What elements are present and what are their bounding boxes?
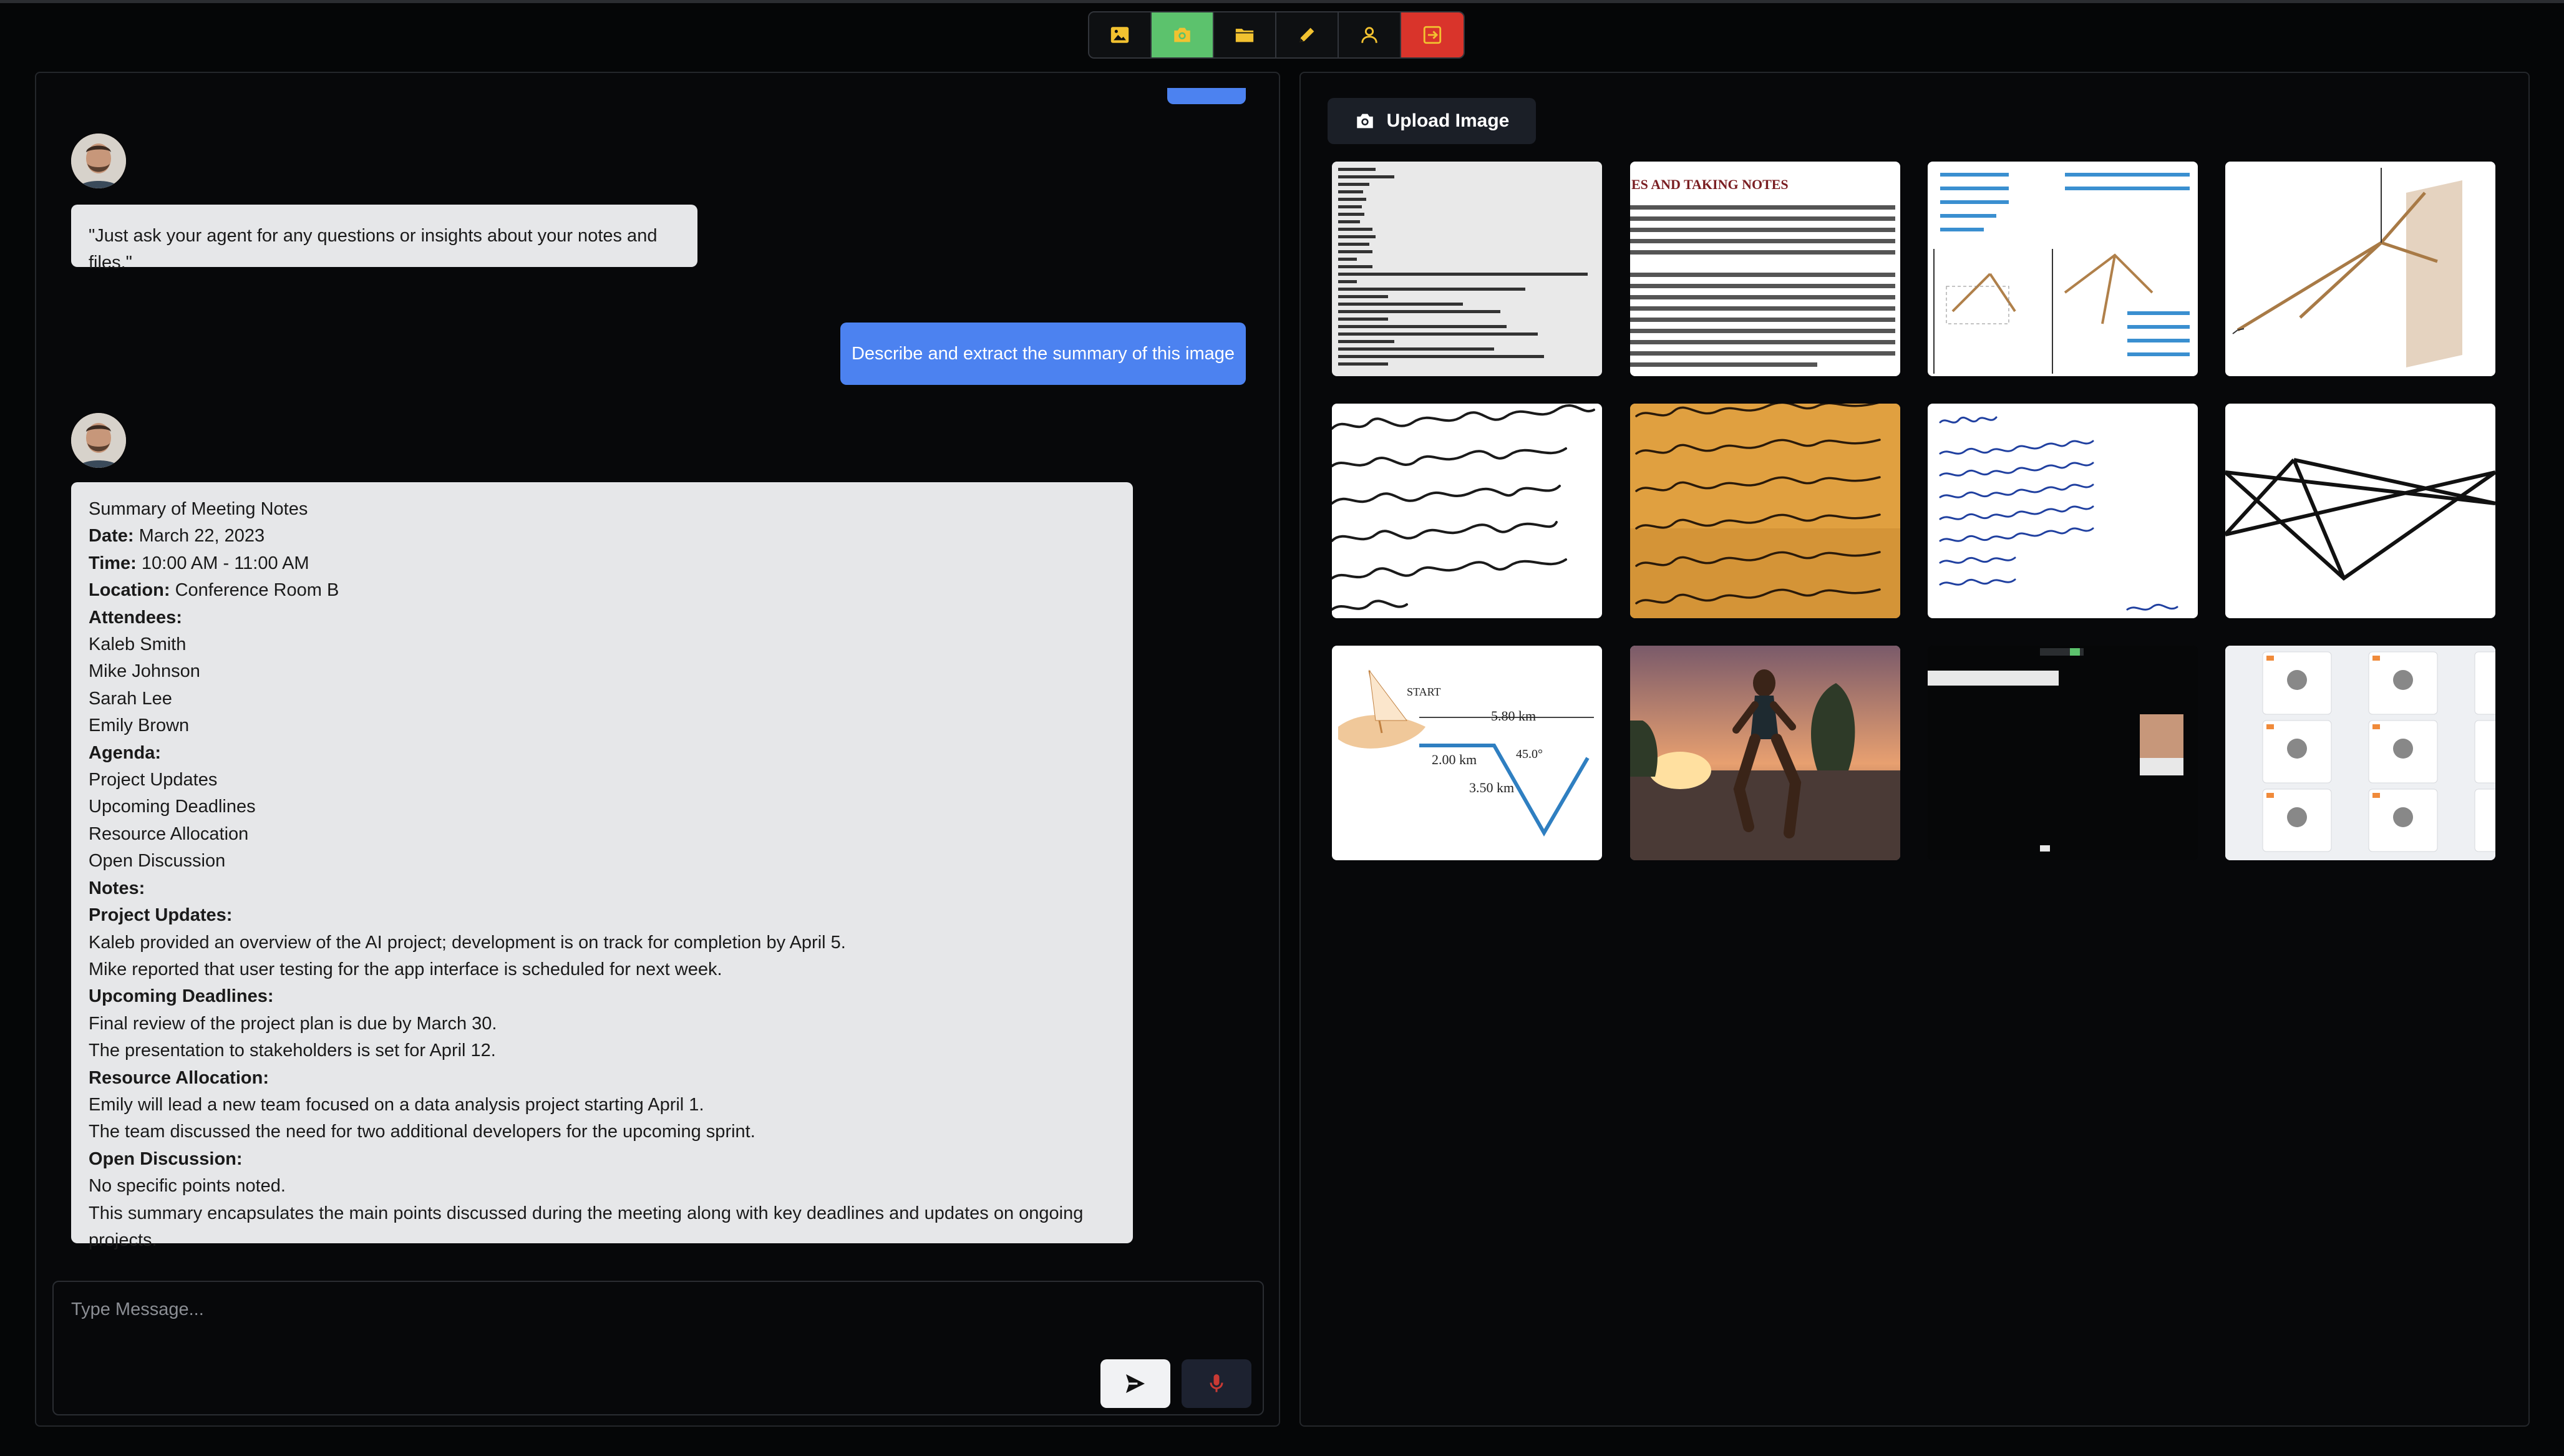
upload-image-label: Upload Image xyxy=(1386,110,1510,131)
main-toolbar xyxy=(1088,11,1465,59)
upload-image-button[interactable]: Upload Image xyxy=(1328,98,1536,144)
video-call-screenshot-thumbnail[interactable] xyxy=(1928,646,2198,860)
summary-closing: This summary encapsulates the main point… xyxy=(89,1203,1084,1250)
project-update-item: Kaleb provided an overview of the AI pro… xyxy=(89,932,846,953)
folder-button[interactable] xyxy=(1214,12,1276,57)
resource-item: The team discussed the need for two addi… xyxy=(89,1122,755,1142)
summary-message: Summary of Meeting Notes Date: March 22,… xyxy=(71,482,1133,1250)
physics-angle-diagram-thumbnail[interactable] xyxy=(1928,162,2198,376)
attendee-item: Emily Brown xyxy=(89,716,190,736)
agenda-item: Upcoming Deadlines xyxy=(89,797,256,817)
handwriting-sample-thumbnail[interactable] xyxy=(1332,404,1602,618)
agent-message: "Just ask your agent for any questions o… xyxy=(71,205,697,273)
deadline-item: Final review of the project plan is due … xyxy=(89,1013,497,1034)
user-button[interactable] xyxy=(1339,12,1401,57)
pencil-icon xyxy=(1299,27,1314,42)
user-icon xyxy=(1361,27,1377,43)
meeting-notes-thumbnail[interactable] xyxy=(1332,162,1602,376)
agent-avatar xyxy=(71,413,126,468)
camera-button[interactable] xyxy=(1152,12,1214,57)
pencil-button[interactable] xyxy=(1276,12,1339,57)
image-button[interactable] xyxy=(1089,12,1152,57)
summary-location: Location: Conference Room B xyxy=(89,580,339,601)
project-update-item: Mike reported that user testing for the … xyxy=(89,959,722,979)
thumbnail-heading: ES AND TAKING NOTES xyxy=(1631,177,1789,192)
agenda-item: Resource Allocation xyxy=(89,823,249,844)
message-composer xyxy=(52,1281,1264,1415)
deadline-item: The presentation to stakeholders is set … xyxy=(89,1041,496,1061)
message-input[interactable] xyxy=(71,1296,1132,1323)
displacement-label: 45.0° xyxy=(1516,747,1543,761)
taking-notes-page-thumbnail[interactable]: ES AND TAKING NOTES xyxy=(1630,162,1900,376)
resources-heading: Resource Allocation: xyxy=(89,1067,269,1088)
project-updates-heading: Project Updates: xyxy=(89,905,233,926)
chat-panel: "Just ask your agent for any questions o… xyxy=(35,72,1280,1427)
agent-avatar xyxy=(71,133,126,188)
attendee-item: Mike Johnson xyxy=(89,661,200,682)
deadlines-heading: Upcoming Deadlines: xyxy=(89,986,274,1007)
microphone-icon xyxy=(1210,1374,1223,1392)
resource-item: Emily will lead a new team focused on a … xyxy=(89,1094,704,1115)
agenda-item: Open Discussion xyxy=(89,851,226,871)
dear-user-note-thumbnail[interactable] xyxy=(1928,404,2198,618)
attendee-item: Sarah Lee xyxy=(89,688,172,709)
handwritten-letter-thumbnail[interactable] xyxy=(1630,404,1900,618)
send-button[interactable] xyxy=(1100,1359,1170,1408)
open-discussion-heading: Open Discussion: xyxy=(89,1148,243,1169)
displacement-label: 3.50 km xyxy=(1469,780,1514,795)
chat-history[interactable]: "Just ask your agent for any questions o… xyxy=(36,73,1279,1258)
notes-heading: Notes: xyxy=(89,878,145,898)
agenda-heading: Agenda: xyxy=(89,742,161,763)
open-discussion-item: No specific points noted. xyxy=(89,1176,286,1196)
summary-date: Date: March 22, 2023 xyxy=(89,526,265,546)
camera-icon xyxy=(1174,27,1190,42)
logout-icon xyxy=(1423,26,1442,44)
folder-icon xyxy=(1235,29,1254,42)
summary-title: Summary of Meeting Notes xyxy=(89,499,308,519)
runner-photo-thumbnail[interactable] xyxy=(1630,646,1900,860)
attendees-heading: Attendees: xyxy=(89,607,182,628)
displacement-diagram-thumbnail[interactable]: START 5.80 km 2.00 km 45.0° 3.50 km xyxy=(1332,646,1602,860)
displacement-label: 5.80 km xyxy=(1491,708,1536,724)
send-icon xyxy=(1126,1374,1145,1393)
logout-button[interactable] xyxy=(1401,12,1464,57)
dashboard-cards-thumbnail[interactable] xyxy=(2225,646,2495,860)
displacement-label: 2.00 km xyxy=(1432,752,1477,767)
attendee-item: Kaleb Smith xyxy=(89,634,187,655)
displacement-label: START xyxy=(1407,686,1440,698)
window-top-border xyxy=(0,0,2564,3)
vector-wall-diagram-thumbnail[interactable] xyxy=(2225,162,2495,376)
previous-user-message xyxy=(1167,88,1246,104)
microphone-button[interactable] xyxy=(1182,1359,1251,1408)
geometry-lines-thumbnail[interactable] xyxy=(2225,404,2495,618)
image-icon xyxy=(1110,27,1129,43)
summary-time: Time: 10:00 AM - 11:00 AM xyxy=(89,553,309,573)
image-gallery-panel: Upload Image ES AND TAKING NOTES START 5… xyxy=(1299,72,2530,1427)
agenda-item: Project Updates xyxy=(89,770,218,790)
camera-icon xyxy=(1356,114,1373,129)
user-message: Describe and extract the summary of this… xyxy=(840,323,1246,385)
